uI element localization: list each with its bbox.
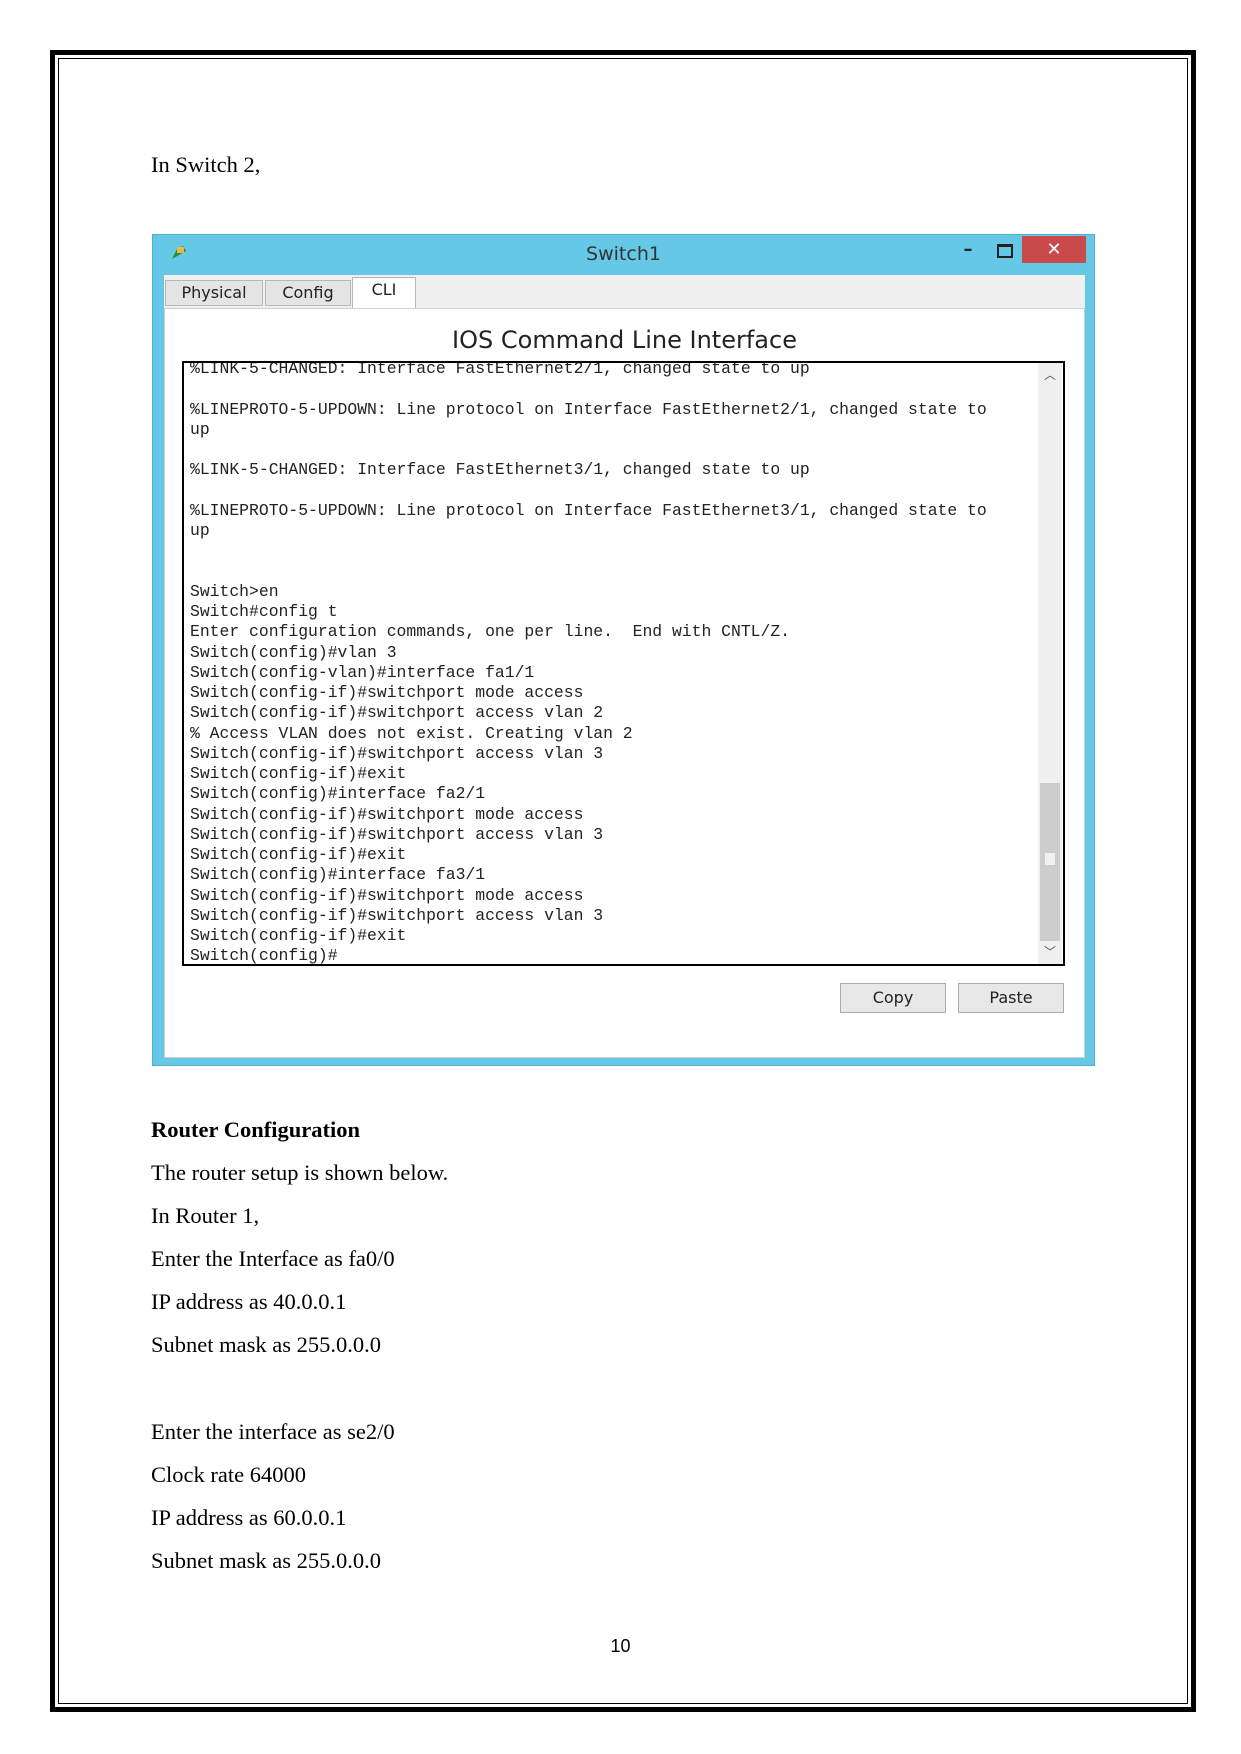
terminal-line: %LINEPROTO-5-UPDOWN: Line protocol on In…	[190, 399, 987, 419]
terminal-line: Switch(config)#interface fa3/1	[190, 865, 486, 885]
terminal-line: %LINEPROTO-5-UPDOWN: Line protocol on In…	[190, 500, 987, 520]
terminal-line: Switch>en	[190, 581, 279, 601]
body-line: Enter the Interface as fa0/0	[151, 1246, 395, 1271]
tab-bar: Physical Config CLI	[164, 275, 1085, 308]
terminal-line: up	[190, 419, 210, 439]
terminal-line: Switch(config-if)#switchport access vlan…	[190, 824, 604, 844]
body-line: IP address as 60.0.0.1	[151, 1505, 347, 1530]
intro-text: In Switch 2,	[151, 152, 261, 177]
close-button[interactable]: ✕	[1022, 236, 1086, 263]
body-line: Subnet mask as 255.0.0.0	[151, 1548, 381, 1573]
terminal-line: Switch(config-if)#exit	[190, 764, 407, 783]
page-number: 10	[610, 1636, 631, 1656]
grip-icon	[1045, 853, 1055, 865]
minimize-button[interactable]: –	[950, 239, 986, 266]
terminal-line: % Access VLAN does not exist. Creating v…	[190, 723, 633, 743]
body-line: IP address as 40.0.0.1	[151, 1289, 347, 1314]
maximize-button[interactable]	[987, 236, 1023, 263]
close-icon: ✕	[1046, 239, 1062, 260]
document-page: In Switch 2, Switch1 – ✕ Physical Config…	[0, 0, 1241, 1754]
terminal-line: Switch(config)#interface fa2/1	[190, 784, 486, 804]
terminal-line: Enter configuration commands, one per li…	[190, 622, 790, 642]
terminal-line: Switch(config-if)#switchport access vlan…	[190, 905, 604, 925]
scrollbar-thumb[interactable]	[1040, 783, 1060, 941]
body-line: Subnet mask as 255.0.0.0	[151, 1332, 381, 1357]
paste-button[interactable]: Paste	[958, 983, 1064, 1013]
body-line: Clock rate 64000	[151, 1462, 306, 1487]
section-heading: Router Configuration	[151, 1117, 360, 1142]
cli-panel: IOS Command Line Interface %LINK-5-CHANG…	[164, 308, 1085, 1058]
scroll-down-icon[interactable]: ﹀	[1038, 942, 1062, 962]
terminal-line: Switch(config-if)#switchport mode access	[190, 804, 584, 824]
title-bar[interactable]: Switch1 – ✕	[153, 235, 1094, 275]
terminal-line: up	[190, 521, 210, 540]
terminal-line: Switch(config-if)#exit	[190, 845, 407, 864]
body-line: The router setup is shown below.	[151, 1160, 449, 1185]
terminal-line: Switch(config)#vlan 3	[190, 642, 397, 662]
terminal-output[interactable]: %LINK-5-CHANGED: Interface FastEthernet2…	[182, 361, 1065, 966]
terminal-line: Switch(config-if)#switchport mode access	[190, 683, 584, 702]
terminal-line: Switch(config-if)#exit	[190, 926, 407, 945]
terminal-line: Switch(config-if)#switchport access vlan…	[190, 743, 604, 763]
terminal-line: Switch(config-if)#switchport mode access	[190, 885, 584, 905]
copy-button[interactable]: Copy	[840, 983, 946, 1013]
body-line: Enter the interface as se2/0	[151, 1419, 395, 1444]
maximize-icon	[997, 244, 1013, 258]
tab-cli[interactable]: CLI	[352, 277, 416, 308]
terminal-line: Switch#config t	[190, 602, 338, 621]
terminal-line: Switch(config-if)#switchport access vlan…	[190, 703, 604, 723]
tab-config[interactable]: Config	[265, 280, 351, 306]
terminal-lines: %LINK-5-CHANGED: Interface FastEthernet2…	[190, 361, 987, 966]
body-line: In Router 1,	[151, 1203, 260, 1228]
scroll-up-icon[interactable]: ︿	[1038, 365, 1062, 385]
terminal-line: Switch(config)#	[190, 946, 338, 966]
switch-window: Switch1 – ✕ Physical Config CLI IOS Comm…	[152, 234, 1095, 1066]
terminal-line: %LINK-5-CHANGED: Interface FastEthernet3…	[190, 460, 810, 480]
terminal-scrollbar[interactable]: ︿ ﹀	[1038, 363, 1062, 964]
tab-physical[interactable]: Physical	[165, 280, 263, 306]
terminal-line: Switch(config-vlan)#interface fa1/1	[190, 662, 535, 682]
panel-title: IOS Command Line Interface	[452, 326, 797, 354]
terminal-line: %LINK-5-CHANGED: Interface FastEthernet2…	[190, 361, 810, 378]
